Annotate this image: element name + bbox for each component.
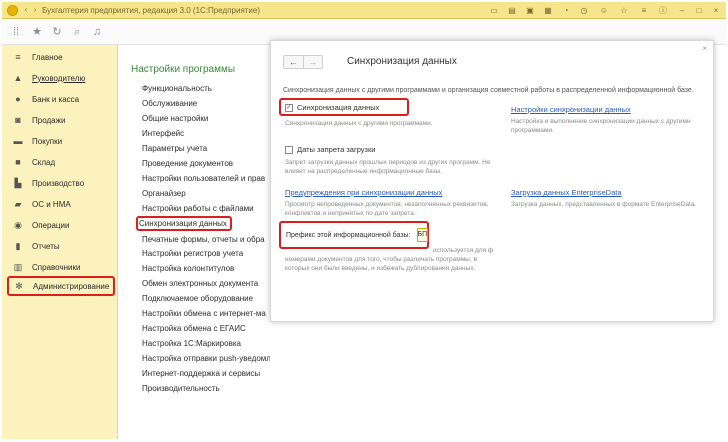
prefix-label: Префикс этой информационной базы:: [286, 231, 411, 239]
settings-item[interactable]: Интерфейс: [142, 129, 184, 138]
settings-item[interactable]: Настройки регистров учета: [142, 249, 243, 258]
notification-icon[interactable]: ◔: [560, 5, 572, 16]
close-window-icon[interactable]: ×: [710, 5, 722, 16]
minimize-icon[interactable]: –: [676, 5, 688, 16]
star-icon[interactable]: ☆: [618, 5, 630, 16]
settings-item[interactable]: Настройка 1С:Маркировка: [142, 339, 241, 348]
settings-item[interactable]: Настройка отправки push-уведомлений: [142, 354, 270, 363]
settings-item[interactable]: Настройка обмена с ЕГАИС: [142, 324, 246, 333]
sync-settings-hint: Настройка и выполнение синхронизации дан…: [511, 118, 691, 134]
sync-warnings-link[interactable]: Предупреждения при синхронизации данных: [285, 188, 442, 197]
history-icon[interactable]: ◷: [578, 5, 590, 16]
settings-item[interactable]: Параметры учета: [142, 144, 207, 153]
print-icon[interactable]: ▤: [506, 5, 518, 16]
sync-checkbox-row[interactable]: ✓ Синхронизация данных: [285, 103, 379, 112]
sync-settings-link[interactable]: Настройки синхронизации данных: [511, 105, 631, 114]
forward-arrow-icon[interactable]: →: [302, 56, 323, 68]
close-icon[interactable]: ×: [702, 44, 707, 53]
ban-dates-checkbox-row[interactable]: Даты запрета загрузки: [285, 145, 375, 154]
dialog-title: Синхронизация данных: [347, 56, 457, 67]
settings-item[interactable]: Производительность: [142, 384, 220, 393]
settings-item[interactable]: Подключаемое оборудование: [142, 294, 253, 303]
calculator-icon[interactable]: ▦: [542, 5, 554, 16]
settings-item[interactable]: Общие настройки: [142, 114, 208, 123]
prefix-hint: номерами документов для того, чтобы разл…: [285, 256, 477, 272]
ban-dates-checkbox-label: Даты запрета загрузки: [297, 145, 376, 154]
settings-item[interactable]: Настройки пользователей и прав: [142, 174, 265, 183]
prefix-highlight: Префикс этой информационной базы: БП: [279, 221, 429, 249]
dialog-description: Синхронизация данных с другими программа…: [283, 87, 694, 94]
settings-item[interactable]: Настройка колонтитулов: [142, 264, 234, 273]
menu-icon[interactable]: ≡: [638, 5, 650, 16]
nav-buttons: ← →: [283, 55, 323, 69]
settings-item[interactable]: Настройки обмена с интернет-ма: [142, 309, 266, 318]
sync-warnings-hint: Просмотр непроведенных документов, незап…: [285, 201, 489, 217]
maximize-icon[interactable]: □: [693, 5, 705, 16]
enterprise-data-hint: Загрузка данных, представленных в формат…: [511, 201, 697, 208]
back-arrow-icon[interactable]: ←: [284, 56, 303, 68]
sync-checkbox[interactable]: ✓: [285, 103, 293, 112]
calendar-icon[interactable]: ▭: [488, 5, 500, 16]
settings-item[interactable]: Обмен электронных документа: [142, 279, 258, 288]
settings-item[interactable]: Проведение документов: [142, 159, 233, 168]
settings-item[interactable]: Печатные формы, отчеты и обра: [142, 235, 265, 244]
user-icon[interactable]: ☺: [598, 5, 610, 16]
ban-dates-checkbox[interactable]: [285, 145, 293, 154]
settings-item[interactable]: Функциональность: [142, 84, 212, 93]
sync-checkbox-label: Синхронизация данных: [297, 103, 380, 112]
ban-dates-hint: Запрет загрузки данных прошлых периодов …: [285, 159, 491, 175]
settings-item[interactable]: Настройки работы с файлами: [142, 204, 254, 213]
settings-item[interactable]: Органайзер: [142, 189, 186, 198]
data-sync-dialog: ← → Синхронизация данных × Синхронизация…: [270, 40, 714, 322]
sync-hint: Синхронизация данных с другими программа…: [285, 120, 433, 127]
prefix-input[interactable]: БП: [416, 228, 429, 242]
settings-item-data-sync[interactable]: Синхронизация данных: [136, 216, 232, 231]
settings-list: Функциональность Обслуживание Общие наст…: [0, 0, 270, 442]
info-icon[interactable]: ⓘ: [657, 5, 669, 16]
settings-item[interactable]: Обслуживание: [142, 99, 197, 108]
enterprise-data-link[interactable]: Загрузка данных EnterpriseData: [511, 188, 622, 197]
prefix-hint-top: используется для формирования справочник…: [433, 247, 493, 254]
settings-item[interactable]: Интернет-поддержка и сервисы: [142, 369, 260, 378]
save-icon[interactable]: ▣: [524, 5, 536, 16]
